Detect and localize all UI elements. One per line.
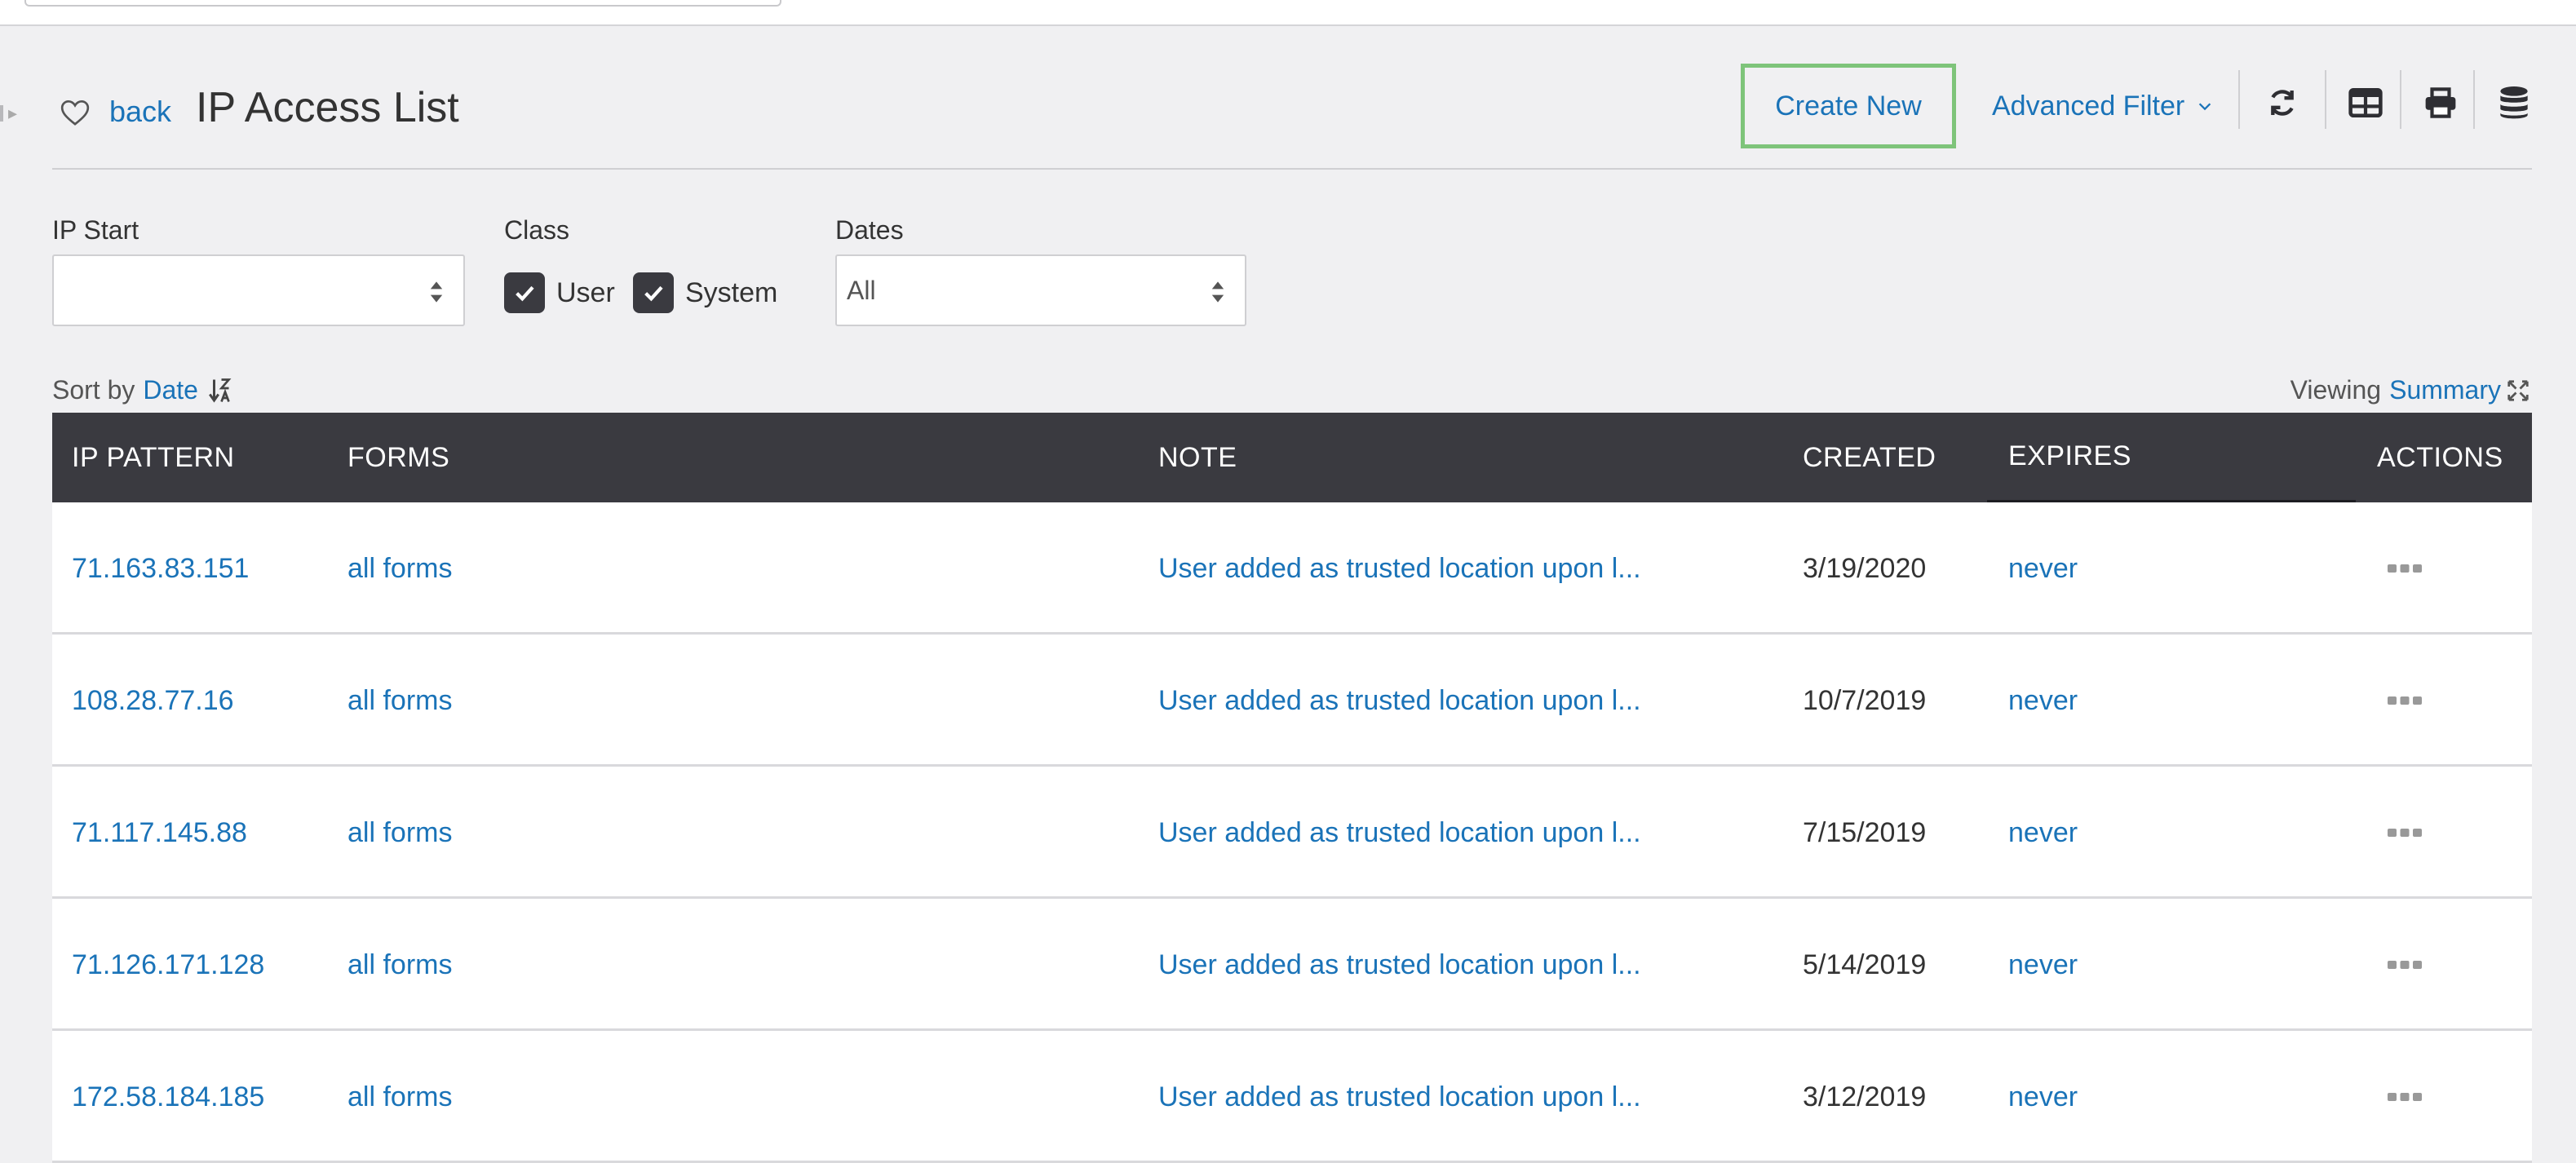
ellipsis-icon — [2388, 829, 2422, 837]
create-new-button[interactable]: Create New — [1741, 64, 1956, 148]
ellipsis-icon — [2388, 961, 2422, 969]
ip-pattern-link[interactable]: 71.126.171.128 — [72, 899, 264, 1031]
column-header-actions: ACTIONS — [2377, 441, 2503, 473]
top-strip — [0, 0, 2576, 26]
ellipsis-icon — [2388, 1093, 2422, 1101]
view-mode-link[interactable]: Summary — [2389, 375, 2501, 405]
forms-link[interactable]: all forms — [347, 899, 452, 1031]
table-row: 71.163.83.151 all forms User added as tr… — [52, 502, 2532, 635]
created-date: 5/14/2019 — [1803, 949, 1927, 980]
created-date: 10/7/2019 — [1803, 684, 1927, 716]
ellipsis-icon — [2388, 564, 2422, 573]
toolbar-divider — [2400, 70, 2401, 129]
ip-start-label: IP Start — [52, 215, 139, 245]
forms-link[interactable]: all forms — [347, 502, 452, 635]
back-link[interactable]: back — [109, 95, 171, 129]
columns-button[interactable] — [2339, 77, 2392, 129]
class-system-label: System — [685, 276, 778, 308]
dates-label: Dates — [835, 215, 904, 245]
row-actions-button[interactable] — [2387, 1031, 2423, 1163]
sort-prefix: Sort by — [52, 375, 135, 405]
note-link[interactable]: User added as trusted location upon l... — [1158, 899, 1641, 1031]
print-button[interactable] — [2414, 77, 2467, 129]
table-body: 71.163.83.151 all forms User added as tr… — [52, 502, 2532, 1163]
column-header-forms[interactable]: FORMS — [347, 413, 449, 502]
ip-pattern-link[interactable]: 108.28.77.16 — [72, 635, 234, 767]
advanced-filter-dropdown[interactable]: Advanced Filter — [1992, 83, 2214, 129]
table-row: 71.117.145.88 all forms User added as tr… — [52, 767, 2532, 899]
class-label: Class — [504, 215, 570, 245]
page-header: back IP Access List Create New Advanced … — [52, 59, 2532, 170]
heart-outline-icon[interactable] — [59, 96, 91, 129]
dates-value: All — [847, 275, 876, 305]
column-header-ip-pattern[interactable]: IP PATTERN — [72, 413, 235, 502]
class-user-checkbox[interactable]: User — [504, 272, 615, 313]
created-date: 3/19/2020 — [1803, 552, 1927, 584]
row-actions-button[interactable] — [2387, 899, 2423, 1031]
column-header-expires[interactable]: EXPIRES — [1987, 413, 2356, 502]
sidebar-toggle[interactable]: ▸ — [0, 103, 23, 124]
table-row: 172.58.184.185 all forms User added as t… — [52, 1031, 2532, 1163]
refresh-button[interactable] — [2256, 77, 2308, 129]
forms-link[interactable]: all forms — [347, 1031, 452, 1163]
toolbar-divider — [2325, 70, 2326, 129]
print-icon — [2425, 87, 2456, 118]
expires-link[interactable]: never — [2008, 767, 2078, 899]
database-button[interactable] — [2488, 77, 2540, 129]
forms-link[interactable]: all forms — [347, 635, 452, 767]
sort-control: Sort by Date — [52, 375, 232, 405]
note-link[interactable]: User added as trusted location upon l... — [1158, 767, 1641, 899]
row-actions-button[interactable] — [2387, 767, 2423, 899]
forms-link[interactable]: all forms — [347, 767, 452, 899]
column-header-note[interactable]: NOTE — [1158, 413, 1237, 502]
created-date: 7/15/2019 — [1803, 816, 1927, 848]
expires-link[interactable]: never — [2008, 899, 2078, 1031]
row-actions-button[interactable] — [2387, 635, 2423, 767]
view-mode-control: Viewing Summary — [2291, 375, 2530, 405]
chevron-down-icon — [2199, 103, 2211, 111]
select-arrows-icon — [1211, 281, 1224, 303]
column-header-created[interactable]: CREATED — [1803, 413, 1936, 502]
refresh-icon — [2271, 90, 2294, 116]
row-actions-button[interactable] — [2387, 502, 2423, 635]
expires-link[interactable]: never — [2008, 502, 2078, 635]
class-user-label: User — [556, 276, 615, 308]
note-link[interactable]: User added as trusted location upon l... — [1158, 635, 1641, 767]
ip-pattern-link[interactable]: 71.117.145.88 — [72, 767, 247, 899]
viewing-prefix: Viewing — [2290, 375, 2382, 405]
expires-link[interactable]: never — [2008, 635, 2078, 767]
class-system-checkbox[interactable]: System — [633, 272, 777, 313]
created-date: 3/12/2019 — [1803, 1081, 1927, 1112]
database-icon — [2500, 86, 2528, 119]
toolbar-divider — [2238, 70, 2240, 129]
chevron-right-icon: ▸ — [8, 103, 18, 123]
expires-link[interactable]: never — [2008, 1031, 2078, 1163]
table-row: 108.28.77.16 all forms User added as tru… — [52, 635, 2532, 767]
table-columns-icon — [2348, 87, 2383, 118]
checkbox-checked-icon[interactable] — [633, 272, 674, 313]
note-link[interactable]: User added as trusted location upon l... — [1158, 502, 1641, 635]
advanced-filter-label: Advanced Filter — [1992, 90, 2185, 122]
dates-select[interactable]: All — [835, 254, 1246, 326]
toolbar-divider — [2473, 70, 2475, 129]
global-search-input[interactable] — [24, 0, 781, 7]
ip-pattern-link[interactable]: 71.163.83.151 — [72, 502, 249, 635]
checkbox-checked-icon[interactable] — [504, 272, 545, 313]
note-link[interactable]: User added as trusted location upon l... — [1158, 1031, 1641, 1163]
expand-icon[interactable] — [2506, 378, 2530, 403]
table-header: IP PATTERN FORMS NOTE CREATED EXPIRES AC… — [52, 413, 2532, 502]
select-arrows-icon — [430, 281, 443, 303]
ip-pattern-link[interactable]: 172.58.184.185 — [72, 1031, 264, 1163]
sort-field-link[interactable]: Date — [143, 375, 198, 405]
ip-start-select[interactable] — [52, 254, 465, 326]
ellipsis-icon — [2388, 696, 2422, 705]
table-row: 71.126.171.128 all forms User added as t… — [52, 899, 2532, 1031]
sort-desc-icon[interactable] — [208, 377, 232, 405]
ip-access-table: IP PATTERN FORMS NOTE CREATED EXPIRES AC… — [52, 413, 2532, 1163]
page-title: IP Access List — [196, 84, 459, 131]
